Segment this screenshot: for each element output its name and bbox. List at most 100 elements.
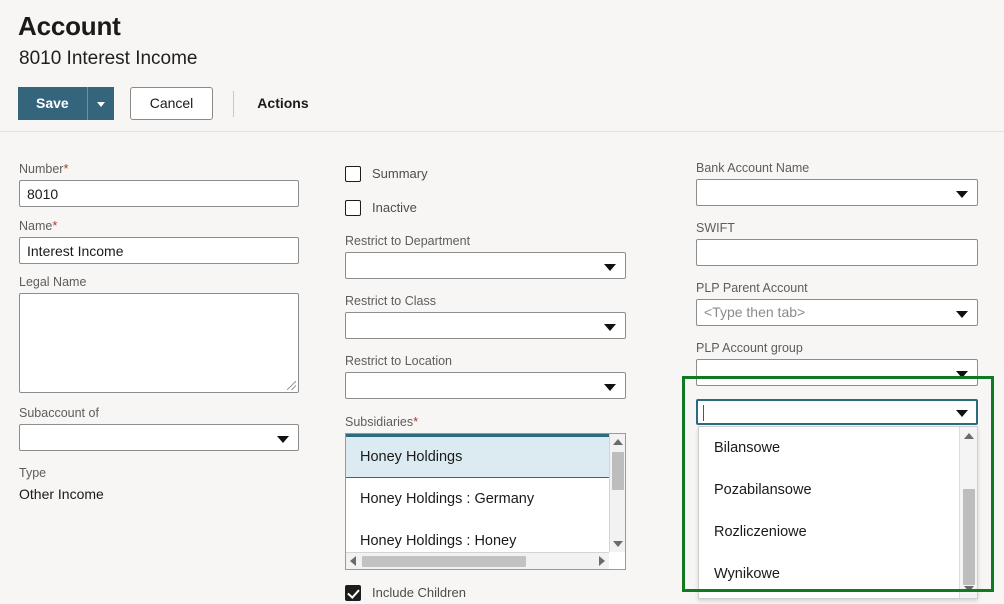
list-item[interactable]: Honey Holdings : Honey <box>346 520 609 552</box>
name-label-text: Name <box>19 219 52 233</box>
save-split-button[interactable]: Save <box>18 87 114 120</box>
include-children-checkbox-row[interactable]: Include Children <box>345 582 626 603</box>
subsidiaries-horizontal-scrollbar[interactable] <box>346 552 609 569</box>
plp-parent-account-placeholder: <Type then tab> <box>704 304 805 320</box>
name-label: Name* <box>19 218 299 233</box>
restrict-class-field-group: Restrict to Class <box>345 294 626 339</box>
page-title: Account <box>18 11 121 42</box>
name-field-group: Name* <box>19 218 299 264</box>
dropdown-option[interactable]: Wynikowe <box>699 553 959 595</box>
legal-name-textarea[interactable] <box>19 293 299 393</box>
summary-label: Summary <box>372 166 428 181</box>
legal-name-label: Legal Name <box>19 275 299 289</box>
list-item[interactable]: Honey Holdings <box>346 436 609 478</box>
scroll-up-arrow-icon[interactable] <box>964 433 974 439</box>
chevron-down-icon <box>604 264 616 271</box>
restrict-department-select[interactable] <box>345 252 626 279</box>
scroll-down-arrow-icon[interactable] <box>613 541 623 547</box>
text-cursor <box>703 405 704 421</box>
subsidiaries-field-group: Subsidiaries* Honey Holdings Honey Holdi… <box>345 414 626 570</box>
chevron-down-icon <box>956 311 968 318</box>
type-label: Type <box>19 466 299 480</box>
plp-account-type-dropdown[interactable]: Bilansowe Pozabilansowe Rozliczeniowe Wy… <box>698 426 978 599</box>
swift-label: SWIFT <box>696 221 978 235</box>
restrict-location-label: Restrict to Location <box>345 354 626 368</box>
actions-menu-button[interactable]: Actions <box>257 87 308 120</box>
vertical-scroll-thumb[interactable] <box>963 489 975 585</box>
restrict-location-select[interactable] <box>345 372 626 399</box>
chevron-down-icon <box>604 384 616 391</box>
plp-account-group-field-group: PLP Account group <box>696 341 978 386</box>
type-field-group: Type Other Income <box>19 466 299 502</box>
plp-account-group-label: PLP Account group <box>696 341 978 355</box>
number-label: Number* <box>19 161 299 176</box>
number-field-group: Number* <box>19 161 299 207</box>
summary-checkbox[interactable] <box>345 166 361 182</box>
swift-field-group: SWIFT <box>696 221 978 266</box>
inactive-checkbox-row[interactable]: Inactive <box>345 197 626 218</box>
dropdown-option[interactable]: Bilansowe <box>699 427 959 469</box>
number-input[interactable] <box>19 180 299 207</box>
plp-account-type-combobox[interactable] <box>696 399 978 425</box>
bank-account-name-field-group: Bank Account Name <box>696 161 978 206</box>
right-column: Bank Account Name SWIFT PLP Parent Accou… <box>696 161 978 426</box>
scroll-down-arrow-icon[interactable] <box>964 586 974 592</box>
required-asterisk: * <box>63 161 68 176</box>
dropdown-option[interactable]: Pozabilansowe <box>699 469 959 511</box>
subsidiaries-list: Honey Holdings Honey Holdings : Germany … <box>346 434 609 552</box>
chevron-down-icon <box>604 324 616 331</box>
dropdown-option[interactable]: Rozliczeniowe <box>699 511 959 553</box>
scroll-left-arrow-icon[interactable] <box>350 556 356 566</box>
subaccount-of-select[interactable] <box>19 424 299 451</box>
swift-input[interactable] <box>696 239 978 266</box>
legal-name-field-group: Legal Name <box>19 275 299 393</box>
subsidiaries-label: Subsidiaries* <box>345 414 626 429</box>
plp-account-group-select[interactable] <box>696 359 978 386</box>
summary-checkbox-row[interactable]: Summary <box>345 163 626 184</box>
scroll-up-arrow-icon[interactable] <box>613 439 623 445</box>
dropdown-vertical-scrollbar[interactable] <box>959 427 977 598</box>
chevron-down-icon <box>956 191 968 198</box>
plp-account-type-option-list: Bilansowe Pozabilansowe Rozliczeniowe Wy… <box>699 427 959 598</box>
scroll-right-arrow-icon[interactable] <box>599 556 605 566</box>
inactive-label: Inactive <box>372 200 417 215</box>
plp-parent-account-field-group: PLP Parent Account <Type then tab> <box>696 281 978 326</box>
cancel-button[interactable]: Cancel <box>130 87 214 120</box>
subsidiaries-listbox[interactable]: Honey Holdings Honey Holdings : Germany … <box>345 433 626 570</box>
chevron-down-icon <box>956 371 968 378</box>
list-item[interactable]: Honey Holdings : Germany <box>346 478 609 520</box>
bank-account-name-label: Bank Account Name <box>696 161 978 175</box>
save-button[interactable]: Save <box>18 87 87 120</box>
vertical-scroll-thumb[interactable] <box>612 452 624 490</box>
resize-grip-icon[interactable] <box>287 381 296 390</box>
include-children-label: Include Children <box>372 585 466 600</box>
subaccount-of-field-group: Subaccount of <box>19 406 299 451</box>
restrict-class-select[interactable] <box>345 312 626 339</box>
plp-parent-account-label: PLP Parent Account <box>696 281 978 295</box>
required-asterisk: * <box>413 414 418 429</box>
account-form-page: Account 8010 Interest Income Save Cancel… <box>0 0 1004 604</box>
include-children-checkbox[interactable] <box>345 585 361 601</box>
required-asterisk: * <box>52 218 57 233</box>
middle-column: Summary Inactive Restrict to Department … <box>345 161 626 604</box>
restrict-location-field-group: Restrict to Location <box>345 354 626 399</box>
subsidiaries-vertical-scrollbar[interactable] <box>609 434 625 552</box>
plp-parent-account-select[interactable]: <Type then tab> <box>696 299 978 326</box>
bank-account-name-select[interactable] <box>696 179 978 206</box>
toolbar-divider <box>233 91 234 117</box>
chevron-down-icon[interactable] <box>956 410 968 417</box>
page-subtitle: 8010 Interest Income <box>19 48 198 70</box>
save-dropdown-caret-icon[interactable] <box>87 87 114 120</box>
type-value: Other Income <box>19 486 299 502</box>
horizontal-scroll-thumb[interactable] <box>362 556 526 567</box>
restrict-department-label: Restrict to Department <box>345 234 626 248</box>
restrict-department-field-group: Restrict to Department <box>345 234 626 279</box>
left-column: Number* Name* Legal Name Subaccount of T <box>19 161 299 513</box>
subaccount-of-label: Subaccount of <box>19 406 299 420</box>
subsidiaries-label-text: Subsidiaries <box>345 415 413 429</box>
number-label-text: Number <box>19 162 63 176</box>
chevron-down-icon <box>277 436 289 443</box>
name-input[interactable] <box>19 237 299 264</box>
inactive-checkbox[interactable] <box>345 200 361 216</box>
header-divider <box>0 131 1004 132</box>
